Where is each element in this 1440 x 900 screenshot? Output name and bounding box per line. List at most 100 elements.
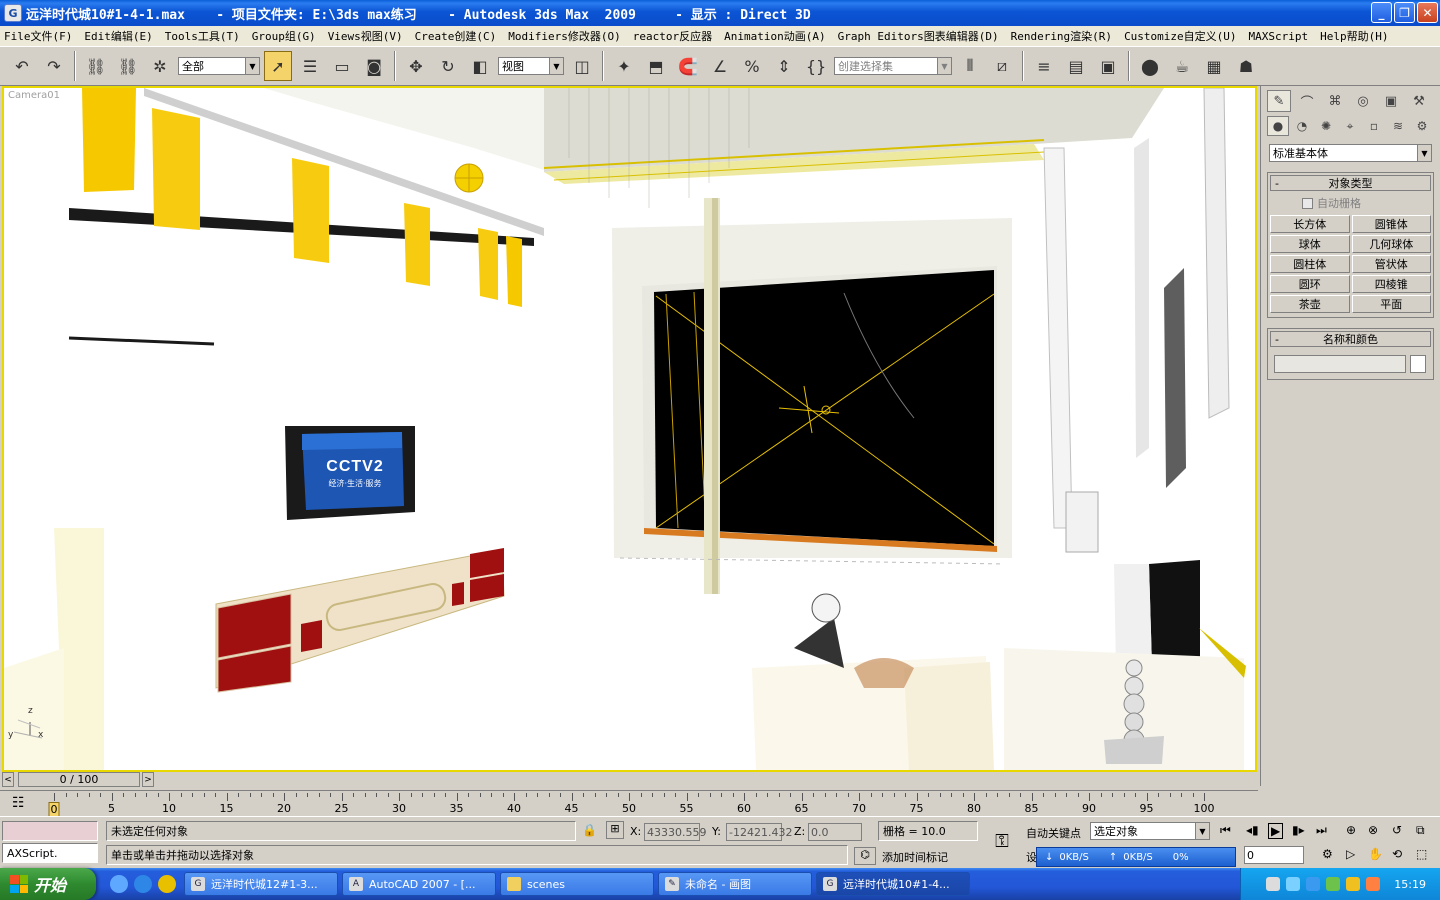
spinner-snap-icon[interactable]: ⇕ <box>770 51 798 81</box>
window-title-bar[interactable]: G 远洋时代城10#1-4-1.max - 项目文件夹: E:\3ds max练… <box>0 0 1440 26</box>
schematic-view-icon[interactable]: ▣ <box>1094 51 1122 81</box>
cone-button[interactable]: 圆锥体 <box>1351 215 1431 233</box>
menu-create[interactable]: Create创建(C) <box>415 28 497 44</box>
add-time-tag-link[interactable]: 添加时间标记 <box>882 849 948 865</box>
next-frame-arrow-icon[interactable]: > <box>142 772 154 787</box>
field-of-view-icon[interactable]: ▷ <box>1346 847 1355 861</box>
undo-icon[interactable]: ↶ <box>8 51 36 81</box>
reference-coordinate-dropdown[interactable]: 视图 ▼ <box>498 57 564 75</box>
rotate-icon[interactable]: ↻ <box>434 51 462 81</box>
network-icon[interactable] <box>1286 877 1301 891</box>
menu-reactor[interactable]: reactor反应器 <box>633 28 712 44</box>
keyboard-shortcut-icon[interactable]: ⬒ <box>642 51 670 81</box>
object-name-input[interactable] <box>1274 355 1406 373</box>
helpers-icon[interactable]: ▫ <box>1363 116 1385 136</box>
menu-edit[interactable]: Edit编辑(E) <box>84 28 152 44</box>
render-setup-icon[interactable]: ☕ <box>1168 51 1196 81</box>
next-frame-icon[interactable]: ▮▸ <box>1292 823 1305 837</box>
pyramid-button[interactable]: 四棱锥 <box>1351 275 1431 293</box>
go-to-end-icon[interactable]: ⏭ <box>1316 823 1327 838</box>
antivirus-icon[interactable] <box>1346 877 1361 891</box>
menu-tools[interactable]: Tools工具(T) <box>165 28 240 44</box>
menu-customize[interactable]: Customize自定义(U) <box>1124 28 1236 44</box>
go-to-start-icon[interactable]: ⏮ <box>1220 823 1231 838</box>
select-object-icon[interactable]: ➚ <box>264 51 292 81</box>
arc-rotate-icon[interactable]: ⟲ <box>1392 847 1402 861</box>
min-max-toggle-icon[interactable]: ⬚ <box>1416 847 1427 861</box>
maximize-viewport-icon[interactable]: ⧉ <box>1416 823 1425 838</box>
time-slider-thumb[interactable]: 0 / 100 <box>18 772 140 787</box>
sphere-button[interactable]: 球体 <box>1270 235 1350 253</box>
minimize-button[interactable]: _ <box>1371 2 1392 23</box>
menu-group[interactable]: Group组(G) <box>252 28 316 44</box>
geosphere-button[interactable]: 几何球体 <box>1351 235 1431 253</box>
systems-icon[interactable]: ⚙ <box>1411 116 1433 136</box>
percent-snap-icon[interactable]: % <box>738 51 766 81</box>
autogrid-checkbox[interactable]: 自动栅格 <box>1268 193 1433 213</box>
window-crossing-icon[interactable]: ◙ <box>360 51 388 81</box>
close-button[interactable]: ✕ <box>1417 2 1438 23</box>
taskbar-item-paint[interactable]: ✎ 未命名 - 画图 <box>658 872 812 896</box>
time-slider[interactable]: < 0 / 100 > <box>2 772 1257 788</box>
security-shield-icon[interactable] <box>1326 877 1341 891</box>
align-icon[interactable]: ⧄ <box>988 51 1016 81</box>
menu-views[interactable]: Views视图(V) <box>328 28 403 44</box>
rendered-frame-icon[interactable]: ▦ <box>1200 51 1228 81</box>
track-bar[interactable]: ☷ 0 5 10 15 20 25 30 35 40 45 50 55 60 65 70 75 80 85 90 95… <box>0 790 1258 817</box>
viewport-label[interactable]: Camera01 <box>8 90 60 101</box>
pivot-center-icon[interactable]: ◫ <box>568 51 596 81</box>
select-manipulate-icon[interactable]: ✦ <box>610 51 638 81</box>
internet-explorer-icon[interactable] <box>134 875 152 893</box>
keyboard-icon[interactable] <box>1266 877 1281 891</box>
selection-filter-dropdown[interactable]: 全部 ▼ <box>178 57 260 75</box>
hierarchy-tab-icon[interactable]: ⌘ <box>1323 90 1347 112</box>
snap-toggle-icon[interactable]: 🧲 <box>674 51 702 81</box>
taskbar-item-max-file-10[interactable]: G 远洋时代城10#1-4... <box>816 872 970 896</box>
current-frame-field[interactable]: 0 <box>1244 846 1304 864</box>
utilities-tab-icon[interactable]: ⚒ <box>1407 90 1431 112</box>
restore-button[interactable]: ❐ <box>1394 2 1415 23</box>
named-selection-dropdown[interactable]: 创建选择集 ▼ <box>834 57 952 75</box>
y-coordinate-field[interactable]: -12421.432 <box>726 823 792 841</box>
lights-icon[interactable]: ✺ <box>1315 116 1337 136</box>
taskbar-item-max-file-12[interactable]: G 远洋时代城12#1-3... <box>184 872 338 896</box>
box-button[interactable]: 长方体 <box>1270 215 1350 233</box>
maxscript-mini-input[interactable]: AXScript. <box>2 843 98 863</box>
zoom-icon[interactable]: ⊕ <box>1346 823 1356 837</box>
shapes-icon[interactable]: ◔ <box>1291 116 1313 136</box>
layer-manager-icon[interactable]: ≡ <box>1030 51 1058 81</box>
select-by-name-icon[interactable]: ☰ <box>296 51 324 81</box>
create-tab-icon[interactable]: ✎ <box>1267 90 1291 112</box>
time-config-icon[interactable]: ⚙ <box>1322 847 1333 861</box>
maxscript-listener-mini[interactable] <box>2 821 98 841</box>
auto-key-button[interactable]: 自动关键点 <box>1026 825 1081 841</box>
motion-tab-icon[interactable]: ◎ <box>1351 90 1375 112</box>
cameras-icon[interactable]: ⌖ <box>1339 116 1361 136</box>
modify-tab-icon[interactable]: ⌒ <box>1295 90 1319 112</box>
previous-frame-icon[interactable]: ◂▮ <box>1246 823 1259 837</box>
bind-space-warp-icon[interactable]: ✲ <box>146 51 174 81</box>
unlink-icon[interactable]: ⛓ <box>114 51 142 81</box>
z-coordinate-field[interactable]: 0.0 <box>808 823 862 841</box>
cylinder-button[interactable]: 圆柱体 <box>1270 255 1350 273</box>
menu-maxscript[interactable]: MAXScript <box>1249 30 1309 43</box>
volume-icon[interactable] <box>1306 877 1321 891</box>
category-dropdown[interactable]: 标准基本体 ▼ <box>1269 144 1432 162</box>
menu-help[interactable]: Help帮助(H) <box>1320 28 1388 44</box>
start-button[interactable]: 开始 <box>0 868 96 900</box>
qq-icon[interactable] <box>158 875 176 893</box>
quick-render-icon[interactable]: ☗ <box>1232 51 1260 81</box>
display-tab-icon[interactable]: ▣ <box>1379 90 1403 112</box>
menu-graph-editors[interactable]: Graph Editors图表编辑器(D) <box>838 28 999 44</box>
frame-ruler[interactable]: 0 5 10 15 20 25 30 35 40 45 50 55 60 65 70 75 80 85 90 95 10… <box>48 791 1252 817</box>
torus-button[interactable]: 圆环 <box>1270 275 1350 293</box>
menu-rendering[interactable]: Rendering渲染(R) <box>1011 28 1112 44</box>
move-icon[interactable]: ✥ <box>402 51 430 81</box>
orbit-icon[interactable]: ↺ <box>1392 823 1402 837</box>
taskbar-item-scenes-folder[interactable]: scenes <box>500 872 654 896</box>
mini-curve-editor-icon[interactable]: ☷ <box>12 795 25 811</box>
scale-icon[interactable]: ◧ <box>466 51 494 81</box>
set-key-icon[interactable]: ⚿ <box>982 831 1022 859</box>
camera-viewport[interactable]: Camera01 CCTV2 经济·生活·服务 z y x <box>2 86 1257 772</box>
material-editor-icon[interactable]: ⬤ <box>1136 51 1164 81</box>
